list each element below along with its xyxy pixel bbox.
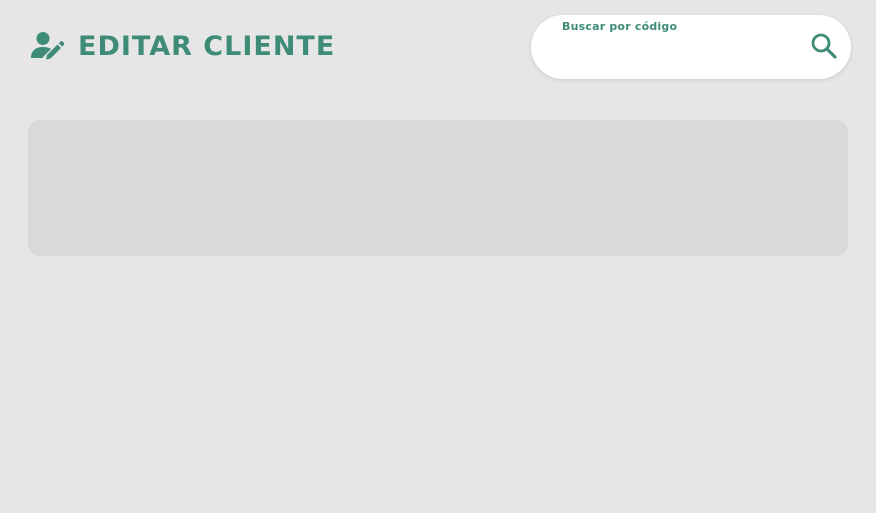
search-button[interactable] (809, 31, 839, 61)
content-panel (28, 120, 848, 256)
user-edit-icon (30, 30, 64, 62)
search-box: Buscar por código (531, 15, 851, 79)
search-icon (811, 33, 837, 59)
page-header: EDITAR CLIENTE (30, 30, 335, 62)
page-title: EDITAR CLIENTE (78, 30, 336, 62)
search-input[interactable] (562, 41, 792, 67)
search-label: Buscar por código (562, 20, 678, 33)
